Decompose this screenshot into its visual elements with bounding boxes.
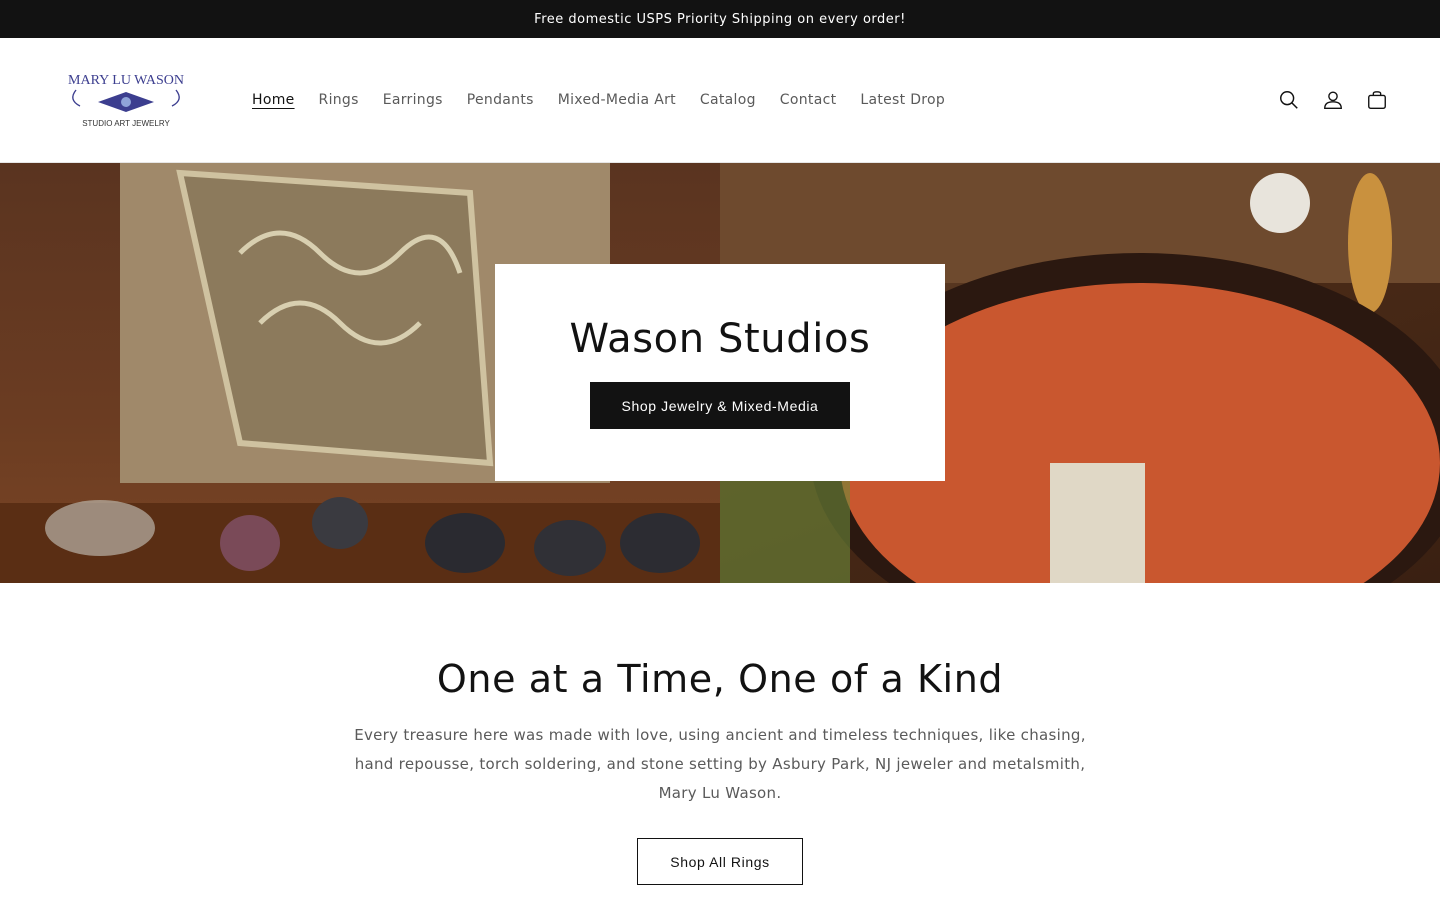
shop-all-rings-button[interactable]: Shop All Rings <box>637 838 803 885</box>
hero-card: Wason Studios Shop Jewelry & Mixed-Media <box>495 264 945 481</box>
nav-item-latest-drop[interactable]: Latest Drop <box>848 88 957 112</box>
cart-icon <box>1368 91 1386 109</box>
header-icons <box>1276 87 1390 113</box>
nav-item-mixed-media-art[interactable]: Mixed-Media Art <box>546 88 688 112</box>
intro-section: One at a Time, One of a Kind Every treas… <box>0 583 1440 900</box>
nav-item-rings[interactable]: Rings <box>307 88 371 112</box>
logo-name: MARY LU WASON <box>68 73 184 88</box>
hero-title: Wason Studios <box>569 316 871 362</box>
account-icon <box>1324 91 1342 109</box>
site-header: MARY LU WASON STUDIO ART JEWELRY Home Ri… <box>0 38 1440 163</box>
hero-banner: Wason Studios Shop Jewelry & Mixed-Media <box>0 163 1440 583</box>
nav-item-home[interactable]: Home <box>240 88 307 112</box>
nav-item-pendants[interactable]: Pendants <box>455 88 546 112</box>
announcement-text: Free domestic USPS Priority Shipping on … <box>534 11 906 27</box>
logo-tagline: STUDIO ART JEWELRY <box>82 119 170 128</box>
logo[interactable]: MARY LU WASON STUDIO ART JEWELRY <box>58 70 194 130</box>
main-nav: Home Rings Earrings Pendants Mixed-Media… <box>240 88 957 112</box>
nav-item-earrings[interactable]: Earrings <box>371 88 455 112</box>
intro-text: Every treasure here was made with love, … <box>354 726 1086 802</box>
search-button[interactable] <box>1276 87 1302 113</box>
nav-item-catalog[interactable]: Catalog <box>688 88 768 112</box>
account-button[interactable] <box>1320 87 1346 113</box>
intro-title: One at a Time, One of a Kind <box>436 657 1004 701</box>
logo-mark: MARY LU WASON STUDIO ART JEWELRY <box>68 73 184 128</box>
shop-jewelry-button[interactable]: Shop Jewelry & Mixed-Media <box>589 382 851 429</box>
nav-item-contact[interactable]: Contact <box>768 88 849 112</box>
search-icon <box>1280 91 1298 109</box>
cart-button[interactable] <box>1364 87 1390 113</box>
announcement-bar: Free domestic USPS Priority Shipping on … <box>0 0 1440 38</box>
logo-gem-icon <box>121 97 131 107</box>
